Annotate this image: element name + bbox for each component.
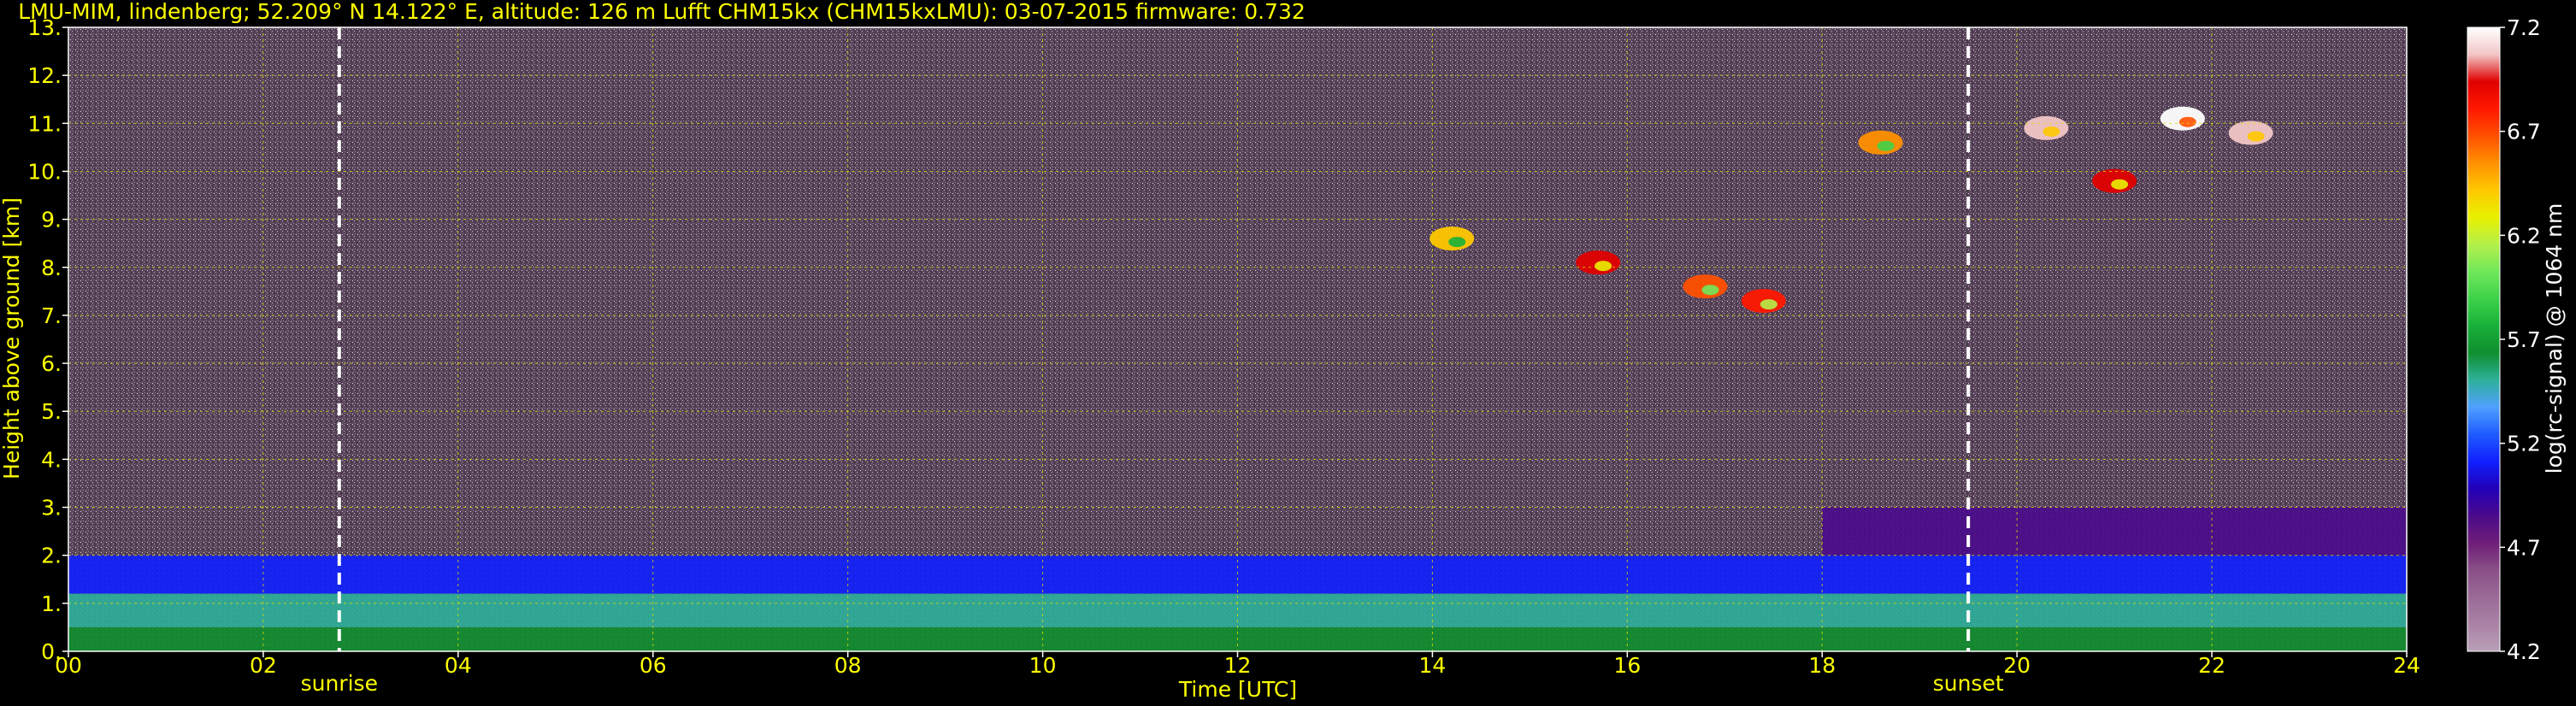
x-axis-label: Time [UTC] [1178, 677, 1297, 702]
x-tick-label: 20 [2003, 653, 2031, 678]
y-tick-label: 4. [41, 447, 62, 472]
colorbar-tick-label: 5.7 [2507, 327, 2541, 352]
layer-aerosol-mid [68, 593, 2407, 627]
x-tick-label: 02 [250, 653, 277, 678]
sunset-label: sunset [1933, 671, 2004, 696]
chart-figure: sunrise sunset 00 02 04 06 08 10 12 14 16 18 20 22 24… [0, 0, 2567, 702]
chart-title: LMU-MIM, lindenberg; 52.209° N 14.122° E… [18, 0, 1306, 24]
x-tick-label: 12 [1224, 653, 1252, 678]
colorbar-gradient-bar [2467, 26, 2501, 652]
colorbar-tick-label: 6.7 [2507, 120, 2541, 144]
y-tick-label: 5. [41, 399, 62, 424]
x-tick-label: 04 [445, 653, 472, 678]
x-tick-label: 06 [640, 653, 667, 678]
colorbar-tick-label: 5.2 [2507, 432, 2541, 456]
layer-residual-layer-evening [1822, 507, 2407, 556]
y-tick-label: 3. [41, 496, 62, 521]
colorbar-tick-label: 4.7 [2507, 535, 2541, 560]
cloud-core [2178, 116, 2196, 127]
y-tick-label: 12. [27, 63, 62, 88]
y-tick-label: 1. [41, 591, 62, 616]
x-tick-label: 10 [1029, 653, 1057, 678]
cloud-core [1877, 140, 1895, 151]
y-axis-label: Height above ground [km] [0, 197, 24, 479]
cloud-core [2247, 131, 2265, 142]
colorbar: 4.2 4.7 5.2 5.7 6.2 6.7 7.2 [2467, 15, 2541, 664]
colorbar-tick-label: 4.2 [2507, 639, 2541, 664]
y-tick-label: 0. [41, 639, 62, 664]
x-tick-label: 24 [2393, 653, 2420, 678]
x-tick-label: 18 [1808, 653, 1836, 678]
cloud-core [1448, 237, 1466, 248]
cloud-core [2043, 126, 2060, 137]
y-tick-label: 10. [27, 159, 62, 184]
sunrise-label: sunrise [301, 671, 378, 696]
y-tick-label: 7. [41, 303, 62, 328]
y-tick-label: 8. [41, 256, 62, 280]
y-tick-label: 11. [27, 111, 62, 136]
cloud-core [1701, 285, 1719, 296]
cloud-core [1760, 299, 1777, 310]
cloud-core [1595, 261, 1612, 272]
x-tick-label: 16 [1613, 653, 1641, 678]
colorbar-label: log(rc-signal) @ 1064 nm [2542, 203, 2567, 474]
y-tick-label: 9. [41, 208, 62, 232]
x-tick-label: 14 [1419, 653, 1447, 678]
y-tick-label: 6. [41, 351, 62, 376]
x-tick-label: 22 [2198, 653, 2225, 678]
x-tick-label: 08 [834, 653, 862, 678]
y-tick-label: 2. [41, 544, 62, 568]
cloud-core [2111, 179, 2129, 190]
colorbar-tick-label: 7.2 [2507, 15, 2541, 40]
colorbar-tick-label: 6.2 [2507, 223, 2541, 248]
